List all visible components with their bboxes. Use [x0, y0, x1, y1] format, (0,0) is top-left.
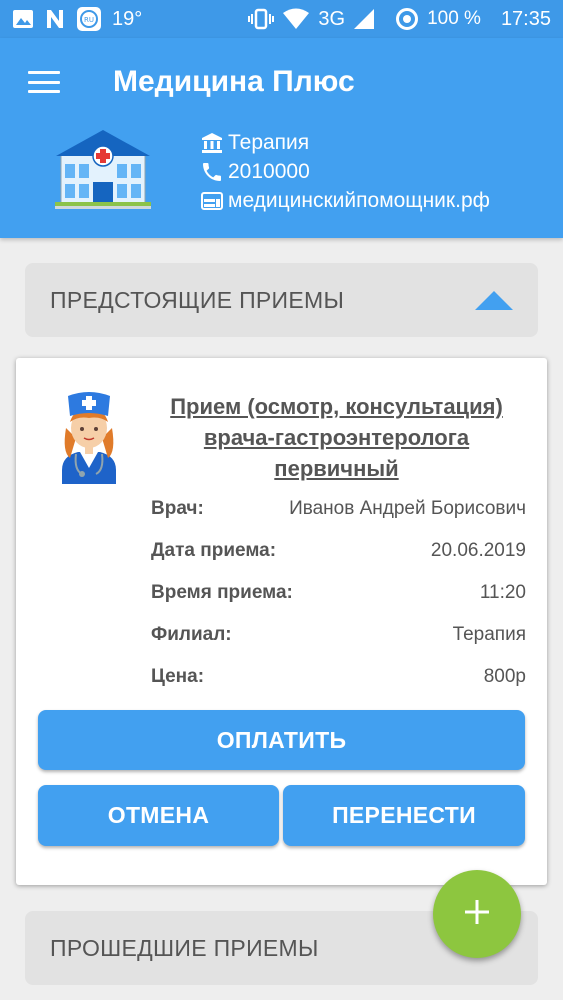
network-type-text: 3G [318, 7, 346, 30]
plus-icon [464, 899, 490, 930]
cancel-button[interactable]: ОТМЕНА [38, 785, 279, 846]
n-app-icon [44, 8, 66, 30]
doctor-label: Врач: [151, 498, 204, 519]
price-value: 800р [483, 666, 526, 687]
clinic-building-icon [53, 126, 153, 215]
clinic-info: Терапия 2010000 медицинскийпомощник.рф [200, 128, 490, 215]
reschedule-button[interactable]: ПЕРЕНЕСТИ [283, 785, 525, 846]
clock-text: 17:35 [500, 7, 551, 30]
upcoming-appointments-header[interactable]: ПРЕДСТОЯЩИЕ ПРИЕМЫ [25, 263, 538, 337]
clinic-website-row[interactable]: медицинскийпомощник.рф [200, 186, 490, 215]
temperature-text: 19° [112, 7, 143, 30]
clinic-department-row: Терапия [200, 128, 490, 157]
nurse-avatar-icon [56, 388, 122, 489]
hamburger-menu-icon[interactable] [28, 68, 60, 96]
collapse-arrow-icon[interactable] [475, 290, 513, 310]
branch-label: Филиал: [151, 624, 232, 645]
app-header: Медицина Плюс Терапия 2010000 медицински… [0, 38, 563, 238]
battery-text: 100 % [427, 8, 481, 29]
pay-button[interactable]: ОПЛАТИТЬ [38, 710, 525, 770]
date-row: Дата приема: 20.06.2019 [151, 530, 526, 572]
price-label: Цена: [151, 666, 205, 687]
status-bar: RU 19° 3G 100 % 17:35 [0, 0, 563, 38]
doctor-row: Врач: Иванов Андрей Борисович [151, 488, 526, 530]
time-row: Время приема: 11:20 [151, 572, 526, 614]
ru-app-icon: RU [76, 6, 102, 32]
date-label: Дата приема: [151, 540, 277, 561]
clinic-department-text: Терапия [228, 130, 310, 154]
image-icon [12, 9, 34, 29]
price-row: Цена: 800р [151, 656, 526, 698]
phone-icon [200, 160, 228, 184]
app-title: Медицина Плюс [113, 65, 355, 98]
time-label: Время приема: [151, 582, 293, 603]
wifi-icon [282, 8, 310, 30]
past-appointments-label: ПРОШЕДШИЕ ПРИЕМЫ [50, 934, 319, 961]
doctor-value: Иванов Андрей Борисович [289, 498, 526, 519]
battery-saver-icon [395, 7, 419, 31]
signal-icon [353, 8, 375, 30]
date-value: 20.06.2019 [430, 540, 526, 561]
appointment-details: Врач: Иванов Андрей Борисович Дата прием… [151, 488, 526, 698]
upcoming-appointments-label: ПРЕДСТОЯЩИЕ ПРИЕМЫ [50, 286, 345, 313]
appointment-card: Прием (осмотр, консультация) врача-гастр… [16, 358, 547, 885]
service-title-link[interactable]: Прием (осмотр, консультация) врача-гастр… [149, 391, 524, 484]
bank-icon [200, 131, 228, 155]
branch-row: Филиал: Терапия [151, 614, 526, 656]
vibrate-icon [248, 8, 275, 30]
web-icon [200, 189, 228, 213]
branch-value: Терапия [452, 624, 526, 645]
clinic-website-text: медицинскийпомощник.рф [228, 188, 490, 212]
clinic-phone-text: 2010000 [228, 159, 310, 183]
add-appointment-button[interactable] [433, 870, 521, 958]
time-value: 11:20 [479, 582, 526, 603]
clinic-phone-row[interactable]: 2010000 [200, 157, 490, 186]
svg-text:RU: RU [84, 16, 94, 24]
